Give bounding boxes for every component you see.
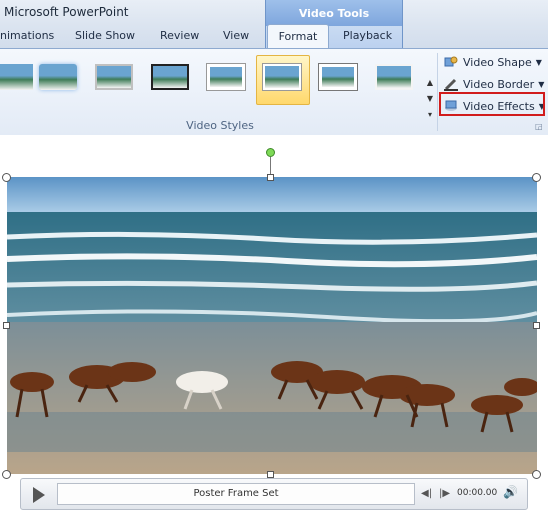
step-forward-icon[interactable]: |▶ — [439, 488, 450, 499]
video-style-thumb[interactable] — [316, 59, 360, 95]
tab-format[interactable]: Format — [267, 24, 329, 49]
video-style-thumb[interactable] — [372, 59, 416, 95]
resize-handle-bottom-right[interactable] — [532, 470, 541, 479]
resize-handle-left[interactable] — [3, 322, 10, 329]
video-style-thumb[interactable] — [260, 59, 304, 95]
video-shape-button[interactable]: Video Shape ▼ — [444, 53, 542, 71]
time-readout: 00:00.00 — [457, 488, 498, 498]
resize-handle-right[interactable] — [533, 322, 540, 329]
rotation-connector — [270, 157, 271, 175]
video-style-thumb[interactable] — [204, 59, 248, 95]
volume-icon[interactable]: 🔊 — [503, 485, 518, 499]
tab-view[interactable]: View — [223, 29, 249, 42]
video-style-thumb[interactable] — [36, 59, 80, 95]
resize-handle-bottom[interactable] — [267, 471, 274, 478]
group-label: Video Styles — [186, 119, 254, 132]
app-title: Microsoft PowerPoint — [4, 5, 129, 19]
contextual-tab-header: Video Tools — [265, 0, 403, 26]
tab-animations[interactable]: nimations — [0, 29, 54, 42]
tab-format-label: Format — [278, 30, 318, 43]
tab-review[interactable]: Review — [160, 29, 199, 42]
player-status: Poster Frame Set — [193, 488, 279, 499]
video-style-thumb[interactable] — [148, 59, 192, 95]
video-border-label: Video Border — [463, 77, 535, 91]
playback-progress-track[interactable]: Poster Frame Set — [57, 483, 415, 505]
video-shape-icon — [444, 55, 458, 69]
step-back-icon[interactable]: ◀| — [421, 488, 432, 499]
contextual-tab-label: Video Tools — [298, 7, 370, 20]
video-style-thumb[interactable] — [0, 59, 36, 95]
video-shape-label: Video Shape — [463, 55, 532, 69]
play-icon[interactable] — [33, 487, 45, 503]
tab-playback[interactable]: Playback — [343, 29, 392, 42]
resize-handle-top[interactable] — [267, 174, 274, 181]
rotation-handle[interactable] — [266, 148, 275, 157]
media-player-bar: Poster Frame Set ◀| |▶ 00:00.00 🔊 — [20, 478, 528, 510]
video-effects-highlight-box — [439, 92, 545, 116]
resize-handle-bottom-left[interactable] — [2, 470, 11, 479]
tab-slide-show[interactable]: Slide Show — [75, 29, 135, 42]
resize-handle-top-left[interactable] — [2, 173, 11, 182]
video-frame[interactable] — [7, 177, 537, 474]
video-poster-image — [7, 177, 537, 474]
gallery-scroll-up[interactable]: ▲ — [424, 75, 436, 91]
dialog-launcher-icon[interactable]: ◲ — [535, 122, 543, 131]
chevron-down-icon: ▼ — [535, 57, 542, 67]
chevron-down-icon: ▼ — [538, 79, 545, 89]
resize-handle-top-right[interactable] — [532, 173, 541, 182]
gallery-scroll-down[interactable]: ▼ — [424, 91, 436, 107]
video-border-button[interactable]: Video Border ▼ — [444, 75, 544, 93]
canvas-margin — [0, 135, 548, 149]
video-style-thumb[interactable] — [92, 59, 136, 95]
pencil-icon — [444, 77, 458, 91]
